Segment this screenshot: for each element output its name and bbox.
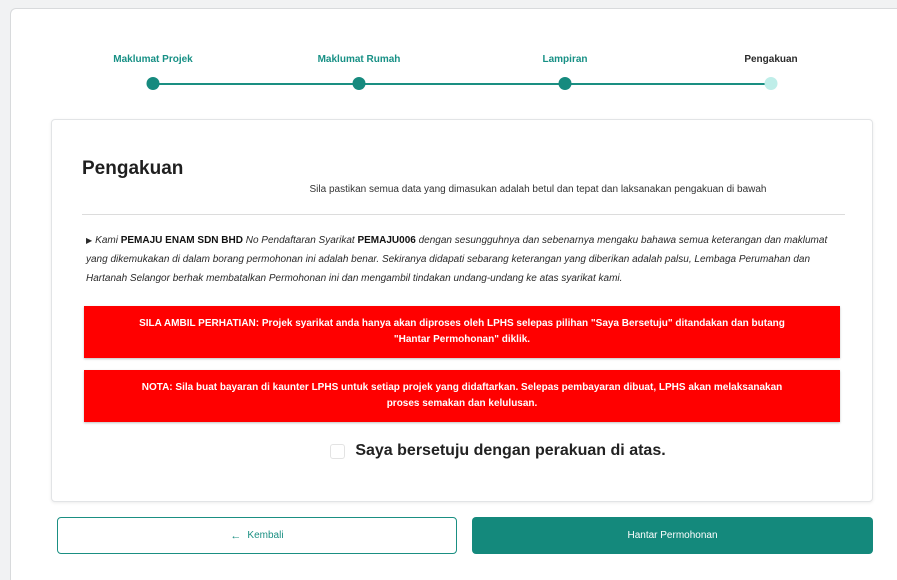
agree-row: Saya bersetuju dengan perakuan di atas. (52, 442, 874, 460)
step-label-pengakuan: Pengakuan (744, 54, 798, 65)
bullet-triangle-icon: ▶ (86, 236, 93, 245)
company-name: PEMAJU ENAM SDN BHD (120, 235, 243, 246)
agree-label[interactable]: Saya bersetuju dengan perakuan di atas. (355, 442, 665, 460)
step-label-maklumat-projek: Maklumat Projek (113, 54, 193, 65)
step-dot-maklumat-rumah (352, 77, 366, 90)
step-label-maklumat-rumah: Maklumat Rumah (317, 54, 401, 65)
arrow-left-icon: ← (230, 529, 242, 542)
step-dot-maklumat-projek (146, 77, 160, 90)
step-dot-lampiran (558, 77, 572, 90)
panel-subtitle: Sila pastikan semua data yang dimasukan … (309, 184, 767, 195)
panel-title: Pengakuan (82, 158, 184, 179)
divider (82, 214, 845, 215)
declaration-text: ▶ Kami PEMAJU ENAM SDN BHD No Pendaftaran… (86, 231, 848, 288)
attention-alert-text: SILA AMBIL PERHATIAN: Projek syarikat an… (139, 318, 785, 345)
attention-alert: SILA AMBIL PERHATIAN: Projek syarikat an… (84, 306, 840, 358)
declaration-panel: Pengakuan Sila pastikan semua data yang … (51, 119, 873, 502)
agree-checkbox[interactable] (330, 443, 346, 459)
payment-note-text: NOTA: Sila buat bayaran di kaunter LPHS … (141, 382, 783, 409)
declaration-middle: No Pendaftaran Syarikat (242, 235, 358, 246)
progress-stepper: Maklumat Projek Maklumat Rumah Lampiran … (11, 9, 897, 109)
submit-button-label: Hantar Permohonan (627, 530, 718, 541)
submit-application-button[interactable]: Hantar Permohonan (472, 517, 873, 554)
back-button-label: Kembali (247, 530, 284, 541)
stepper-track (153, 83, 771, 85)
registration-number: PEMAJU006 (357, 235, 416, 246)
payment-note-alert: NOTA: Sila buat bayaran di kaunter LPHS … (84, 370, 840, 422)
step-dot-pengakuan (764, 77, 778, 90)
declaration-prefix: Kami (95, 235, 121, 246)
page-card: Maklumat Projek Maklumat Rumah Lampiran … (10, 8, 897, 580)
back-button[interactable]: ← Kembali (57, 517, 457, 554)
step-label-lampiran: Lampiran (542, 54, 588, 65)
